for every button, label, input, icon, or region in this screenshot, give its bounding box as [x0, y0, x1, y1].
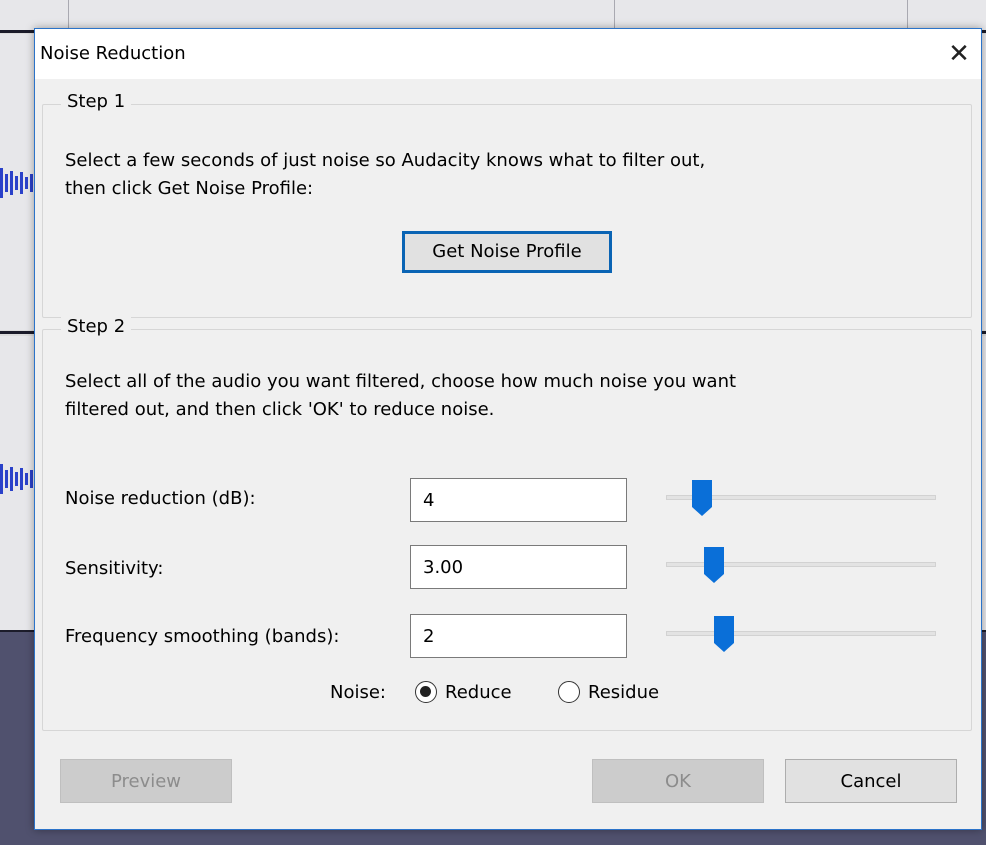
sensitivity-label: Sensitivity:: [65, 558, 164, 579]
noise-reduction-input[interactable]: [410, 478, 627, 522]
step2-description: Select all of the audio you want filtere…: [65, 368, 945, 424]
noise-reduction-dialog: Noise Reduction ✕ Step 1 Select a few se…: [34, 28, 982, 830]
residue-radio-label[interactable]: Residue: [588, 682, 659, 703]
step2-title: Step 2: [61, 316, 132, 337]
slider-thumb[interactable]: [691, 479, 713, 517]
slider-thumb[interactable]: [703, 546, 725, 584]
noise-reduction-slider[interactable]: [666, 478, 936, 522]
reduce-radio-label[interactable]: Reduce: [445, 682, 512, 703]
frequency-smoothing-input[interactable]: [410, 614, 627, 658]
ok-button[interactable]: OK: [592, 759, 764, 803]
waveform-clip: [0, 464, 34, 494]
dialog-titlebar[interactable]: Noise Reduction ✕: [35, 29, 981, 79]
step1-group: Step 1 Select a few seconds of just nois…: [42, 91, 972, 318]
noise-mode-row: Noise: Reduce Residue: [43, 678, 971, 708]
frequency-smoothing-label: Frequency smoothing (bands):: [65, 626, 340, 647]
slider-thumb[interactable]: [713, 615, 735, 653]
get-noise-profile-button[interactable]: Get Noise Profile: [402, 231, 612, 273]
close-icon[interactable]: ✕: [941, 37, 977, 71]
step1-description: Select a few seconds of just noise so Au…: [65, 147, 945, 203]
cancel-button[interactable]: Cancel: [785, 759, 957, 803]
sensitivity-input[interactable]: [410, 545, 627, 589]
preview-button[interactable]: Preview: [60, 759, 232, 803]
dialog-title: Noise Reduction: [40, 43, 186, 64]
step2-description-line: Select all of the audio you want filtere…: [65, 371, 737, 392]
step1-description-line: Select a few seconds of just noise so Au…: [65, 150, 706, 171]
noise-label: Noise:: [330, 682, 386, 703]
step2-description-line: filtered out, and then click 'OK' to red…: [65, 399, 495, 420]
waveform-clip: [0, 168, 34, 198]
frequency-smoothing-slider[interactable]: [666, 614, 936, 658]
sensitivity-slider[interactable]: [666, 545, 936, 589]
slider-track: [666, 631, 936, 636]
step1-description-line: then click Get Noise Profile:: [65, 178, 314, 199]
reduce-radio[interactable]: [415, 681, 437, 703]
step2-group: Step 2 Select all of the audio you want …: [42, 316, 972, 731]
noise-reduction-label: Noise reduction (dB):: [65, 488, 256, 509]
residue-radio[interactable]: [558, 681, 580, 703]
step1-title: Step 1: [61, 91, 132, 112]
track-area: [0, 0, 986, 30]
